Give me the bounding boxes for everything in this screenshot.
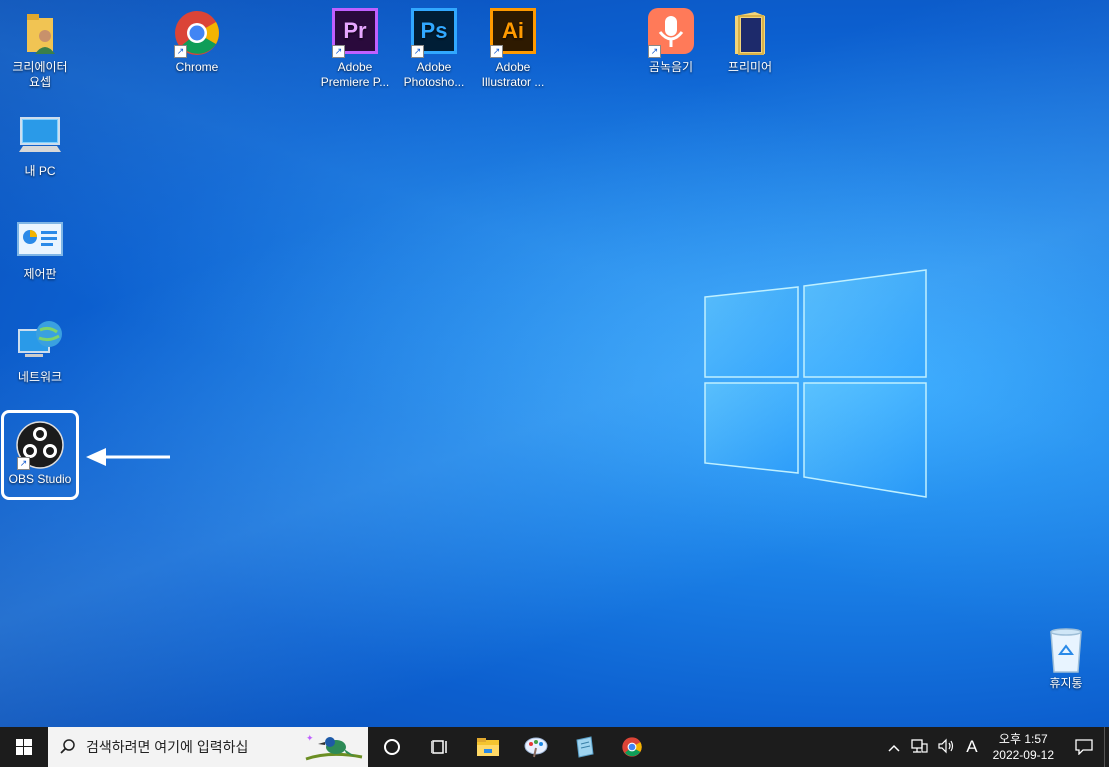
- desktop-icon-label: 크리에이터 요셉: [12, 60, 68, 89]
- shortcut-arrow-icon: ↗: [411, 45, 424, 58]
- system-tray: A 오후 1:57 2022-09-12: [883, 727, 1109, 767]
- obs-studio-icon: ↗: [15, 420, 65, 470]
- desktop-icon-gomrecorder[interactable]: ↗ 곰녹음기: [631, 8, 711, 75]
- desktop-icon-label: OBS Studio: [8, 472, 72, 486]
- start-button[interactable]: [0, 727, 48, 767]
- desktop-icon-creator-folder[interactable]: 크리에이터 요셉: [0, 8, 80, 90]
- chrome-icon: ↗: [172, 8, 222, 58]
- paint-palette-icon: [524, 737, 548, 758]
- photoshop-icon: Ps ↗: [409, 8, 459, 58]
- desktop-icon-my-pc[interactable]: 내 PC: [0, 112, 80, 179]
- action-center-button[interactable]: [1064, 727, 1104, 767]
- search-highlight-bird-icon: ✦: [305, 733, 363, 761]
- desktop-icon-label: 휴지통: [1049, 676, 1083, 690]
- recycle-bin-icon: [1041, 624, 1091, 674]
- control-panel-icon: [15, 215, 65, 265]
- desktop-icon-label: 곰녹음기: [648, 60, 694, 74]
- windows-start-icon: [16, 739, 32, 755]
- search-icon: [60, 739, 75, 754]
- network-globe-icon: [15, 318, 65, 368]
- wallpaper-light-beam-2: [0, 0, 1109, 727]
- pointer-arrow-annotation: [86, 448, 170, 466]
- desktop-icon-illustrator[interactable]: Ai ↗ Adobe Illustrator ...: [473, 8, 553, 90]
- shortcut-arrow-icon: ↗: [490, 45, 503, 58]
- desktop-icon-label: Adobe Illustrator ...: [481, 60, 545, 89]
- taskbar-paint-app[interactable]: [512, 727, 560, 767]
- show-desktop-button[interactable]: [1104, 727, 1109, 767]
- user-folder-icon: [15, 8, 65, 58]
- chrome-icon: [622, 737, 642, 757]
- computer-icon: [15, 112, 65, 162]
- clock-time: 오후 1:57: [998, 732, 1048, 746]
- desktop-icon-control-panel[interactable]: 제어판: [0, 215, 80, 282]
- illustrator-icon: Ai ↗: [488, 8, 538, 58]
- taskbar: 검색하려면 여기에 입력하십 ✦ A 오후 1:57 2022-09-12: [0, 727, 1109, 767]
- clock-date: 2022-09-12: [992, 748, 1054, 762]
- microphone-icon: ↗: [646, 8, 696, 58]
- taskbar-file-explorer[interactable]: [464, 727, 512, 767]
- premiere-icon: Pr ↗: [330, 8, 380, 58]
- desktop-icon-label: 네트워크: [17, 370, 63, 384]
- desktop-icon-label: 내 PC: [24, 164, 56, 178]
- shortcut-arrow-icon: ↗: [648, 45, 661, 58]
- desktop-icon-label: Adobe Photosho...: [403, 60, 465, 89]
- circle-icon: [384, 739, 400, 755]
- desktop-icon-network[interactable]: 네트워크: [0, 318, 80, 385]
- desktop-icon-obs-studio[interactable]: ↗ OBS Studio: [0, 420, 80, 487]
- desktop-icon-label: Adobe Premiere P...: [320, 60, 390, 89]
- task-view-cortana-button[interactable]: [368, 727, 416, 767]
- desktop-icon-premiere-folder[interactable]: 프리미어: [710, 8, 790, 75]
- search-placeholder: 검색하려면 여기에 입력하십: [86, 739, 249, 755]
- input-method-indicator[interactable]: A: [961, 737, 982, 757]
- desktop-icon-recycle-bin[interactable]: 휴지통: [1026, 624, 1106, 691]
- file-explorer-icon: [477, 738, 499, 756]
- network-icon[interactable]: [905, 738, 933, 757]
- svg-text:✦: ✦: [306, 733, 314, 743]
- wallpaper-light-beam: [0, 0, 1109, 727]
- search-box[interactable]: 검색하려면 여기에 입력하십 ✦: [48, 727, 368, 767]
- desktop-icon-chrome[interactable]: ↗ Chrome: [157, 8, 237, 75]
- desktop-icon-label: 제어판: [23, 267, 57, 281]
- task-view-icon: [431, 740, 447, 754]
- shortcut-arrow-icon: ↗: [17, 457, 30, 470]
- shortcut-arrow-icon: ↗: [332, 45, 345, 58]
- notepad-icon: [576, 736, 594, 758]
- desktop-icon-label: 프리미어: [727, 60, 773, 74]
- folder-icon: [725, 8, 775, 58]
- taskbar-chrome[interactable]: [608, 727, 656, 767]
- taskbar-notepad-app[interactable]: [560, 727, 608, 767]
- desktop-icon-label: Chrome: [175, 60, 219, 74]
- task-view-button[interactable]: [416, 727, 464, 767]
- windows-wallpaper-logo: [704, 269, 927, 498]
- chevron-up-icon[interactable]: [883, 739, 905, 755]
- clock[interactable]: 오후 1:57 2022-09-12: [983, 731, 1064, 763]
- shortcut-arrow-icon: ↗: [174, 45, 187, 58]
- desktop-icon-premiere[interactable]: Pr ↗ Adobe Premiere P...: [315, 8, 395, 90]
- volume-icon[interactable]: [933, 738, 961, 757]
- notification-icon: [1075, 739, 1093, 755]
- desktop-icon-photoshop[interactable]: Ps ↗ Adobe Photosho...: [394, 8, 474, 90]
